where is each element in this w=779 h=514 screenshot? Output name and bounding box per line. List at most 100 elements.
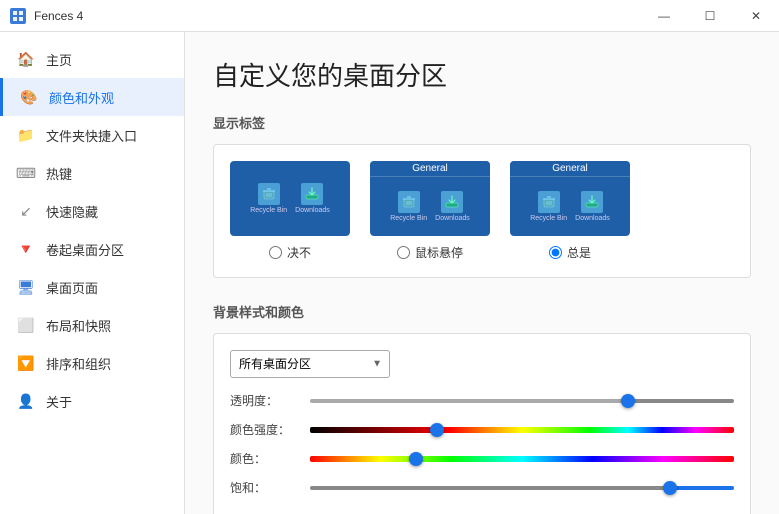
sidebar-label-hotkeys: 热键: [46, 164, 72, 183]
roll-icon: 🔻: [16, 239, 36, 259]
sidebar-label-folder: 文件夹快捷入口: [46, 126, 137, 145]
sidebar-item-roll-up[interactable]: 🔻 卷起桌面分区: [0, 230, 184, 268]
card-preview-always: General Recycle Bin: [510, 161, 630, 236]
recycle-label-always: Recycle Bin: [530, 215, 567, 222]
transparency-thumb[interactable]: [621, 394, 635, 408]
saturation-slider-row: 饱和：: [230, 479, 734, 496]
mini-icon-downloads-never: Downloads: [295, 183, 330, 214]
sidebar-label-desktop: 桌面页面: [46, 278, 98, 297]
sidebar: 🏠 主页 🎨 颜色和外观 📁 文件夹快捷入口 ⌨ 热键 ↙ 快速隐藏 🔻 卷起桌…: [0, 32, 185, 514]
sidebar-label-layout: 布局和快照: [46, 316, 111, 335]
app-icon: [10, 8, 26, 24]
sidebar-label-sort: 排序和组织: [46, 354, 111, 373]
transparency-label: 透明度：: [230, 392, 310, 409]
sidebar-item-layout[interactable]: ⬜ 布局和快照: [0, 306, 184, 344]
downloads-icon-hover: [441, 191, 463, 213]
color-intensity-track[interactable]: [310, 427, 734, 433]
radio-always-label[interactable]: 总是: [549, 244, 591, 261]
dropdown-row: 所有桌面分区 桌面1 桌面2 ▼: [230, 350, 734, 378]
content-inner: 自定义您的桌面分区 显示标签 Recycle Bin: [185, 32, 779, 514]
downloads-icon-never: [301, 183, 323, 205]
mini-icon-recycle-never: Recycle Bin: [250, 183, 287, 214]
sidebar-label-about: 关于: [46, 392, 72, 411]
sidebar-item-hotkeys[interactable]: ⌨ 热键: [0, 154, 184, 192]
sidebar-label-roll-up: 卷起桌面分区: [46, 240, 124, 259]
desktop-icon: 🖥: [16, 277, 36, 297]
label-options-container: Recycle Bin Downloads 决不: [213, 144, 751, 278]
select-wrapper: 所有桌面分区 桌面1 桌面2 ▼: [230, 350, 390, 378]
radio-hover[interactable]: [397, 246, 410, 259]
saturation-thumb[interactable]: [663, 481, 677, 495]
mini-icon-downloads-always: Downloads: [575, 191, 610, 222]
mini-icon-recycle-hover: Recycle Bin: [390, 191, 427, 222]
card-preview-hover: General Recycle Bin: [370, 161, 490, 236]
recycle-bin-icon-hover: [398, 191, 420, 213]
recycle-bin-icon-never: [258, 183, 280, 205]
color-intensity-slider-row: 颜色强度：: [230, 421, 734, 438]
close-button[interactable]: ✕: [733, 0, 779, 32]
radio-always-text: 总是: [567, 244, 591, 261]
downloads-icon-always: [581, 191, 603, 213]
card-icons-always: Recycle Bin Downloads: [510, 177, 630, 236]
recycle-label-never: Recycle Bin: [250, 207, 287, 214]
saturation-label: 饱和：: [230, 479, 310, 496]
color-slider-row: 颜色：: [230, 450, 734, 467]
hide-icon: ↙: [16, 201, 36, 221]
radio-hover-text: 鼠标悬停: [415, 244, 463, 261]
radio-hover-label[interactable]: 鼠标悬停: [397, 244, 463, 261]
radio-never-label[interactable]: 决不: [269, 244, 311, 261]
about-icon: 👤: [16, 391, 36, 411]
color-thumb[interactable]: [409, 452, 423, 466]
card-icons-never: Recycle Bin Downloads: [230, 161, 350, 236]
radio-never-text: 决不: [287, 244, 311, 261]
sidebar-item-home[interactable]: 🏠 主页: [0, 40, 184, 78]
keyboard-icon: ⌨: [16, 163, 36, 183]
color-intensity-thumb[interactable]: [430, 423, 444, 437]
sort-icon: 🔽: [16, 353, 36, 373]
card-label-bar-always: General: [510, 161, 630, 177]
titlebar-left: Fences 4: [10, 8, 83, 24]
card-icons-hover: Recycle Bin Downloads: [370, 177, 490, 236]
sidebar-item-sort[interactable]: 🔽 排序和组织: [0, 344, 184, 382]
sidebar-item-about[interactable]: 👤 关于: [0, 382, 184, 420]
mini-icon-recycle-always: Recycle Bin: [530, 191, 567, 222]
maximize-button[interactable]: ☐: [687, 0, 733, 32]
titlebar: Fences 4 — ☐ ✕: [0, 0, 779, 32]
main-layout: 🏠 主页 🎨 颜色和外观 📁 文件夹快捷入口 ⌨ 热键 ↙ 快速隐藏 🔻 卷起桌…: [0, 32, 779, 514]
palette-icon: 🎨: [19, 87, 39, 107]
minimize-button[interactable]: —: [641, 0, 687, 32]
fence-select[interactable]: 所有桌面分区 桌面1 桌面2: [230, 350, 390, 378]
recycle-bin-icon-always: [538, 191, 560, 213]
downloads-label-always: Downloads: [575, 215, 610, 222]
window-controls: — ☐ ✕: [641, 0, 779, 32]
transparency-track[interactable]: [310, 399, 734, 403]
sidebar-label-appearance: 颜色和外观: [49, 88, 114, 107]
sidebar-label-quick-hide: 快速隐藏: [46, 202, 98, 221]
card-option-always: General Recycle Bin: [510, 161, 630, 261]
page-title: 自定义您的桌面分区: [213, 56, 751, 93]
card-label-bar-hover: General: [370, 161, 490, 177]
color-intensity-label: 颜色强度：: [230, 421, 310, 438]
sidebar-item-appearance[interactable]: 🎨 颜色和外观: [0, 78, 184, 116]
sidebar-item-desktop-pages[interactable]: 🖥 桌面页面: [0, 268, 184, 306]
card-option-hover: General Recycle Bin: [370, 161, 490, 261]
content-area: 自定义您的桌面分区 显示标签 Recycle Bin: [185, 32, 779, 514]
sidebar-item-quick-hide[interactable]: ↙ 快速隐藏: [0, 192, 184, 230]
transparency-slider-row: 透明度：: [230, 392, 734, 409]
sidebar-item-folder-shortcut[interactable]: 📁 文件夹快捷入口: [0, 116, 184, 154]
color-track[interactable]: [310, 456, 734, 462]
app-title: Fences 4: [34, 9, 83, 23]
card-preview-never: Recycle Bin Downloads: [230, 161, 350, 236]
bg-section-container: 所有桌面分区 桌面1 桌面2 ▼ 透明度： 颜色强: [213, 333, 751, 514]
home-icon: 🏠: [16, 49, 36, 69]
downloads-label-never: Downloads: [295, 207, 330, 214]
recycle-label-hover: Recycle Bin: [390, 215, 427, 222]
radio-always[interactable]: [549, 246, 562, 259]
mini-icon-downloads-hover: Downloads: [435, 191, 470, 222]
bg-section-heading: 背景样式和颜色: [213, 302, 751, 321]
layout-icon: ⬜: [16, 315, 36, 335]
saturation-track[interactable]: [310, 486, 734, 490]
downloads-label-hover: Downloads: [435, 215, 470, 222]
folder-icon: 📁: [16, 125, 36, 145]
radio-never[interactable]: [269, 246, 282, 259]
